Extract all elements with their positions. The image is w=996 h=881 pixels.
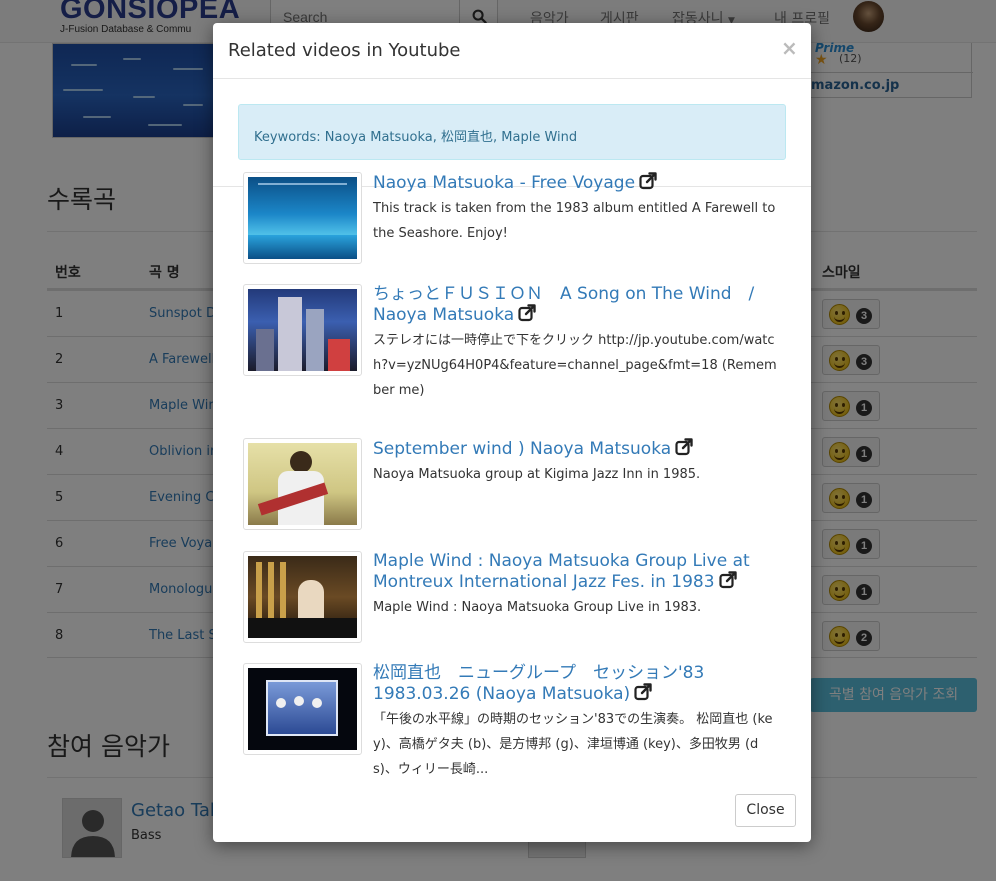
external-link-icon [518, 304, 536, 322]
video-description: 「午後の水平線」の時期のセッション'83での生演奏。 松岡直也 (key)、高橋… [373, 712, 773, 777]
video-title-link[interactable]: September wind ) Naoya Matsuoka [373, 438, 778, 459]
video-title-link[interactable]: 松岡直也 ニューグループ セッション'83 1983.03.26 (Naoya … [373, 663, 778, 704]
video-description: Maple Wind : Naoya Matsuoka Group Live i… [373, 600, 702, 615]
close-button[interactable]: Close [735, 794, 796, 827]
video-title: September wind ) Naoya Matsuoka [373, 439, 672, 459]
video-thumbnail[interactable] [243, 663, 362, 755]
external-link-icon [634, 683, 652, 701]
external-link-icon [675, 438, 693, 456]
video-title-link[interactable]: Maple Wind : Naoya Matsuoka Group Live a… [373, 551, 778, 592]
video-description: Naoya Matsuoka group at Kigima Jazz Inn … [373, 467, 701, 482]
video-title-link[interactable]: ちょっとＦＵＳＩＯＮ A Song on The Wind / Naoya Ma… [373, 284, 778, 325]
video-description: ステレオには一時停止で下をクリック http://jp.youtube.com/… [373, 333, 777, 398]
video-title: Maple Wind : Naoya Matsuoka Group Live a… [373, 551, 750, 592]
video-thumbnail[interactable] [243, 172, 362, 264]
video-description: This track is taken from the 1983 album … [373, 201, 776, 241]
external-link-icon [639, 172, 657, 190]
video-thumbnail[interactable] [243, 438, 362, 530]
external-link-icon [718, 571, 737, 589]
video-title: 松岡直也 ニューグループ セッション'83 1983.03.26 (Naoya … [373, 663, 705, 704]
related-videos-modal: Related videos in Youtube × Keywords: Na… [213, 23, 811, 842]
video-thumbnail[interactable] [243, 284, 362, 376]
video-thumbnail[interactable] [243, 551, 362, 643]
video-title: Naoya Matsuoka - Free Voyage [373, 173, 636, 193]
keywords-alert: Keywords: Naoya Matsuoka, 松岡直也, Maple Wi… [238, 104, 786, 160]
keywords-text: Keywords: Naoya Matsuoka, 松岡直也, Maple Wi… [254, 130, 578, 145]
video-title-link[interactable]: Naoya Matsuoka - Free Voyage [373, 172, 778, 193]
close-icon[interactable]: × [781, 36, 798, 60]
video-title: ちょっとＦＵＳＩＯＮ A Song on The Wind / Naoya Ma… [373, 284, 755, 325]
modal-header: Related videos in Youtube × [213, 23, 811, 79]
modal-title: Related videos in Youtube [228, 40, 461, 61]
